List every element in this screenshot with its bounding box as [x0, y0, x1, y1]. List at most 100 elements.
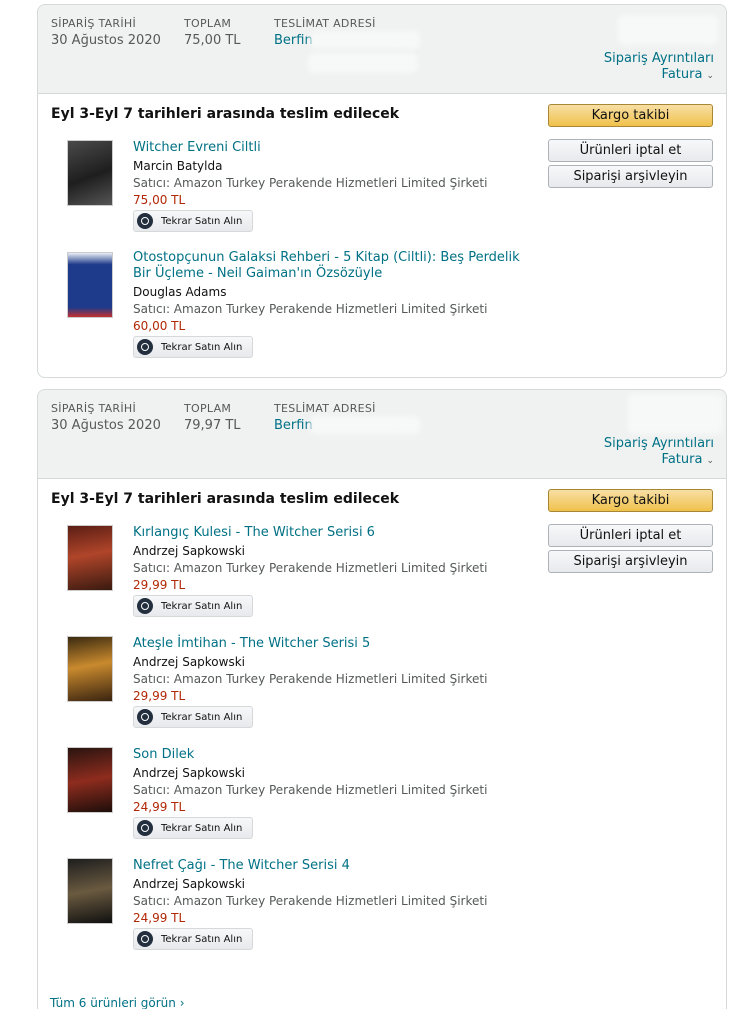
order-total-block: TOPLAM 75,00 TL	[184, 17, 241, 48]
order-card: SİPARİŞ TARİHİ 30 Ağustos 2020 TOPLAM 75…	[37, 4, 727, 378]
order-item: Nefret Çağı - The Witcher Serisi 4 Andrz…	[51, 858, 521, 958]
seller-info: Satıcı: Amazon Turkey Perakende Hizmetle…	[133, 783, 488, 797]
archive-order-button[interactable]: Siparişi arşivleyin	[548, 165, 713, 188]
order-total-value: 79,97 TL	[184, 418, 241, 433]
invoice-link[interactable]: Fatura ⌄	[662, 67, 714, 82]
product-author: Douglas Adams	[133, 285, 227, 299]
redaction	[618, 15, 718, 45]
buy-again-button[interactable]: Tekrar Satın Alın	[133, 928, 254, 950]
buy-again-label: Tekrar Satın Alın	[161, 600, 243, 612]
order-total-value: 75,00 TL	[184, 33, 241, 48]
order-item: Otostopçunun Galaksi Rehberi - 5 Kitap (…	[51, 250, 521, 368]
item-info: Kırlangıç Kulesi - The Witcher Serisi 6 …	[133, 525, 533, 618]
delivery-status: Eyl 3-Eyl 7 tarihleri arasında teslim ed…	[51, 106, 400, 122]
product-author: Andrzej Sapkowski	[133, 766, 245, 780]
product-author: Andrzej Sapkowski	[133, 877, 245, 891]
order-item: Son Dilek Andrzej Sapkowski Satıcı: Amaz…	[51, 747, 521, 847]
buy-again-label: Tekrar Satın Alın	[161, 341, 243, 353]
seller-info: Satıcı: Amazon Turkey Perakende Hizmetle…	[133, 176, 488, 190]
product-author: Marcin Batylda	[133, 159, 223, 173]
order-total-block: TOPLAM 79,97 TL	[184, 402, 241, 433]
track-package-button[interactable]: Kargo takibi	[548, 489, 713, 512]
product-author: Andrzej Sapkowski	[133, 544, 245, 558]
order-header: SİPARİŞ TARİHİ 30 Ağustos 2020 TOPLAM 79…	[38, 390, 726, 479]
product-title-link[interactable]: Nefret Çağı - The Witcher Serisi 4	[133, 858, 533, 874]
invoice-label: Fatura	[661, 67, 703, 82]
product-price: 24,99 TL	[133, 800, 186, 814]
see-all-items-link[interactable]: Tüm 6 ürünleri görün ›	[50, 996, 185, 1009]
invoice-link[interactable]: Fatura ⌄	[662, 452, 714, 467]
order-header: SİPARİŞ TARİHİ 30 Ağustos 2020 TOPLAM 75…	[38, 5, 726, 94]
order-date-value: 30 Ağustos 2020	[51, 418, 161, 433]
order-item: Ateşle İmtihan - The Witcher Serisi 5 An…	[51, 636, 521, 736]
buy-again-button[interactable]: Tekrar Satın Alın	[133, 706, 254, 728]
product-image[interactable]	[67, 636, 113, 702]
order-card: SİPARİŞ TARİHİ 30 Ağustos 2020 TOPLAM 79…	[37, 389, 727, 1009]
product-title-link[interactable]: Witcher Evreni Ciltli	[133, 140, 533, 156]
archive-order-button[interactable]: Siparişi arşivleyin	[548, 550, 713, 573]
order-total-label: TOPLAM	[184, 402, 232, 415]
product-title-link[interactable]: Otostopçunun Galaksi Rehberi - 5 Kitap (…	[133, 250, 533, 282]
redaction	[628, 394, 723, 434]
order-item: Kırlangıç Kulesi - The Witcher Serisi 6 …	[51, 525, 521, 625]
order-details-link[interactable]: Sipariş Ayrıntıları	[604, 436, 714, 451]
item-info: Witcher Evreni Ciltli Marcin Batylda Sat…	[133, 140, 533, 233]
product-image[interactable]	[67, 525, 113, 591]
seller-info: Satıcı: Amazon Turkey Perakende Hizmetle…	[133, 894, 488, 908]
buy-again-button[interactable]: Tekrar Satın Alın	[133, 210, 254, 232]
invoice-label: Fatura	[661, 452, 703, 467]
recipient-name: Berfin	[274, 33, 313, 48]
track-package-button[interactable]: Kargo takibi	[548, 104, 713, 127]
buy-again-icon	[137, 598, 153, 614]
chevron-down-icon: ⌄	[706, 71, 714, 81]
order-date-label: SİPARİŞ TARİHİ	[51, 402, 137, 415]
buy-again-button[interactable]: Tekrar Satın Alın	[133, 817, 254, 839]
buy-again-label: Tekrar Satın Alın	[161, 933, 243, 945]
cancel-items-button[interactable]: Ürünleri iptal et	[548, 139, 713, 162]
chevron-down-icon: ⌄	[706, 456, 714, 466]
cancel-items-button[interactable]: Ürünleri iptal et	[548, 524, 713, 547]
product-title-link[interactable]: Ateşle İmtihan - The Witcher Serisi 5	[133, 636, 533, 652]
buy-again-icon	[137, 820, 153, 836]
product-image[interactable]	[67, 858, 113, 924]
buy-again-icon	[137, 709, 153, 725]
buy-again-button[interactable]: Tekrar Satın Alın	[133, 336, 254, 358]
seller-info: Satıcı: Amazon Turkey Perakende Hizmetle…	[133, 302, 488, 316]
seller-info: Satıcı: Amazon Turkey Perakende Hizmetle…	[133, 561, 488, 575]
shipping-address-label: TESLİMAT ADRESİ	[274, 402, 376, 415]
shipping-address-label: TESLİMAT ADRESİ	[274, 17, 376, 30]
order-date-block: SİPARİŞ TARİHİ 30 Ağustos 2020	[51, 402, 161, 433]
product-image[interactable]	[67, 252, 113, 318]
delivery-status: Eyl 3-Eyl 7 tarihleri arasında teslim ed…	[51, 491, 400, 507]
order-date-label: SİPARİŞ TARİHİ	[51, 17, 137, 30]
buy-again-icon	[137, 931, 153, 947]
redaction	[310, 31, 420, 49]
order-total-label: TOPLAM	[184, 17, 232, 30]
item-info: Son Dilek Andrzej Sapkowski Satıcı: Amaz…	[133, 747, 533, 840]
buy-again-label: Tekrar Satın Alın	[161, 822, 243, 834]
product-image[interactable]	[67, 747, 113, 813]
product-price: 29,99 TL	[133, 689, 186, 703]
product-image[interactable]	[67, 140, 113, 206]
buy-again-icon	[137, 213, 153, 229]
item-info: Nefret Çağı - The Witcher Serisi 4 Andrz…	[133, 858, 533, 951]
product-price: 60,00 TL	[133, 319, 186, 333]
product-author: Andrzej Sapkowski	[133, 655, 245, 669]
redaction	[308, 53, 418, 73]
order-date-block: SİPARİŞ TARİHİ 30 Ağustos 2020	[51, 17, 161, 48]
seller-info: Satıcı: Amazon Turkey Perakende Hizmetle…	[133, 672, 488, 686]
order-details-link[interactable]: Sipariş Ayrıntıları	[604, 51, 714, 66]
buy-again-label: Tekrar Satın Alın	[161, 711, 243, 723]
recipient-name: Berfin	[274, 418, 313, 433]
order-date-value: 30 Ağustos 2020	[51, 33, 161, 48]
buy-again-icon	[137, 339, 153, 355]
redaction	[310, 416, 420, 434]
buy-again-button[interactable]: Tekrar Satın Alın	[133, 595, 254, 617]
order-item: Witcher Evreni Ciltli Marcin Batylda Sat…	[51, 140, 521, 240]
product-title-link[interactable]: Kırlangıç Kulesi - The Witcher Serisi 6	[133, 525, 533, 541]
product-title-link[interactable]: Son Dilek	[133, 747, 533, 763]
product-price: 29,99 TL	[133, 578, 186, 592]
item-info: Ateşle İmtihan - The Witcher Serisi 5 An…	[133, 636, 533, 729]
item-info: Otostopçunun Galaksi Rehberi - 5 Kitap (…	[133, 250, 533, 359]
product-price: 24,99 TL	[133, 911, 186, 925]
